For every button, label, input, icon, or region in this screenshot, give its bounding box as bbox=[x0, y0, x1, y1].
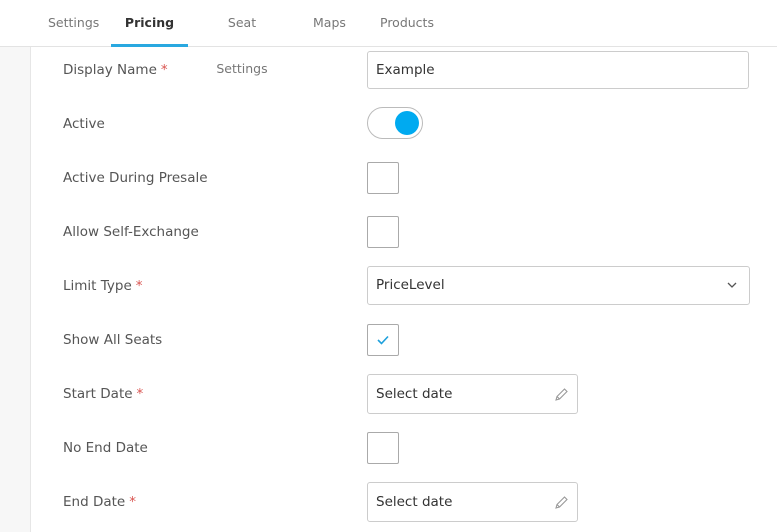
no-end-date-label: No End Date bbox=[63, 440, 148, 456]
tab-products-label: Products bbox=[380, 15, 434, 30]
required-marker: * bbox=[129, 494, 136, 510]
pencil-icon[interactable] bbox=[554, 387, 569, 402]
active-toggle[interactable] bbox=[367, 107, 423, 139]
end-date-placeholder: Select date bbox=[376, 494, 453, 510]
active-during-presale-label: Active During Presale bbox=[63, 170, 208, 186]
required-marker: * bbox=[135, 278, 143, 294]
tab-products[interactable]: Products bbox=[380, 0, 434, 46]
limit-type-select[interactable]: PriceLevel bbox=[367, 266, 750, 305]
tab-bar: Settings Pricing Seat Settings Maps Prod… bbox=[0, 0, 777, 76]
tab-maps-label: Maps bbox=[313, 15, 346, 30]
no-end-date-checkbox[interactable] bbox=[367, 432, 399, 464]
tab-seat-settings[interactable]: Seat Settings bbox=[206, 0, 278, 76]
tab-settings-label: Settings bbox=[48, 15, 100, 30]
limit-type-label-text: Limit Type bbox=[63, 278, 132, 294]
show-all-seats-checkbox[interactable] bbox=[367, 324, 399, 356]
limit-type-label: Limit Type * bbox=[63, 278, 143, 294]
active-label: Active bbox=[63, 116, 105, 132]
display-name-input[interactable] bbox=[367, 51, 749, 89]
checkmark-icon bbox=[377, 335, 389, 345]
allow-self-exchange-checkbox[interactable] bbox=[367, 216, 399, 248]
required-marker: * bbox=[160, 62, 168, 78]
tab-settings[interactable]: Settings bbox=[48, 0, 99, 46]
start-date-label-text: Start Date bbox=[63, 386, 133, 402]
display-name-label: Display Name * bbox=[63, 62, 168, 78]
allow-self-exchange-label: Allow Self-Exchange bbox=[63, 224, 199, 240]
start-date-label: Start Date * bbox=[63, 386, 143, 402]
start-date-placeholder: Select date bbox=[376, 386, 453, 402]
toggle-knob bbox=[395, 111, 419, 135]
tab-maps[interactable]: Maps bbox=[313, 0, 346, 46]
tab-pricing[interactable]: Pricing bbox=[111, 0, 188, 47]
end-date-label: End Date * bbox=[63, 494, 136, 510]
end-date-label-text: End Date bbox=[63, 494, 126, 510]
pencil-icon[interactable] bbox=[554, 495, 569, 510]
active-tab-indicator bbox=[111, 44, 188, 47]
side-panel-strip bbox=[0, 47, 31, 532]
chevron-down-icon bbox=[727, 282, 737, 288]
display-name-label-text: Display Name bbox=[63, 62, 157, 78]
end-date-input[interactable]: Select date bbox=[367, 482, 578, 522]
tab-seat-settings-label: Seat Settings bbox=[216, 15, 268, 76]
show-all-seats-label: Show All Seats bbox=[63, 332, 163, 348]
active-during-presale-checkbox[interactable] bbox=[367, 162, 399, 194]
required-marker: * bbox=[136, 386, 144, 402]
tab-pricing-label: Pricing bbox=[124, 15, 175, 30]
limit-type-value: PriceLevel bbox=[376, 277, 445, 293]
start-date-input[interactable]: Select date bbox=[367, 374, 578, 414]
